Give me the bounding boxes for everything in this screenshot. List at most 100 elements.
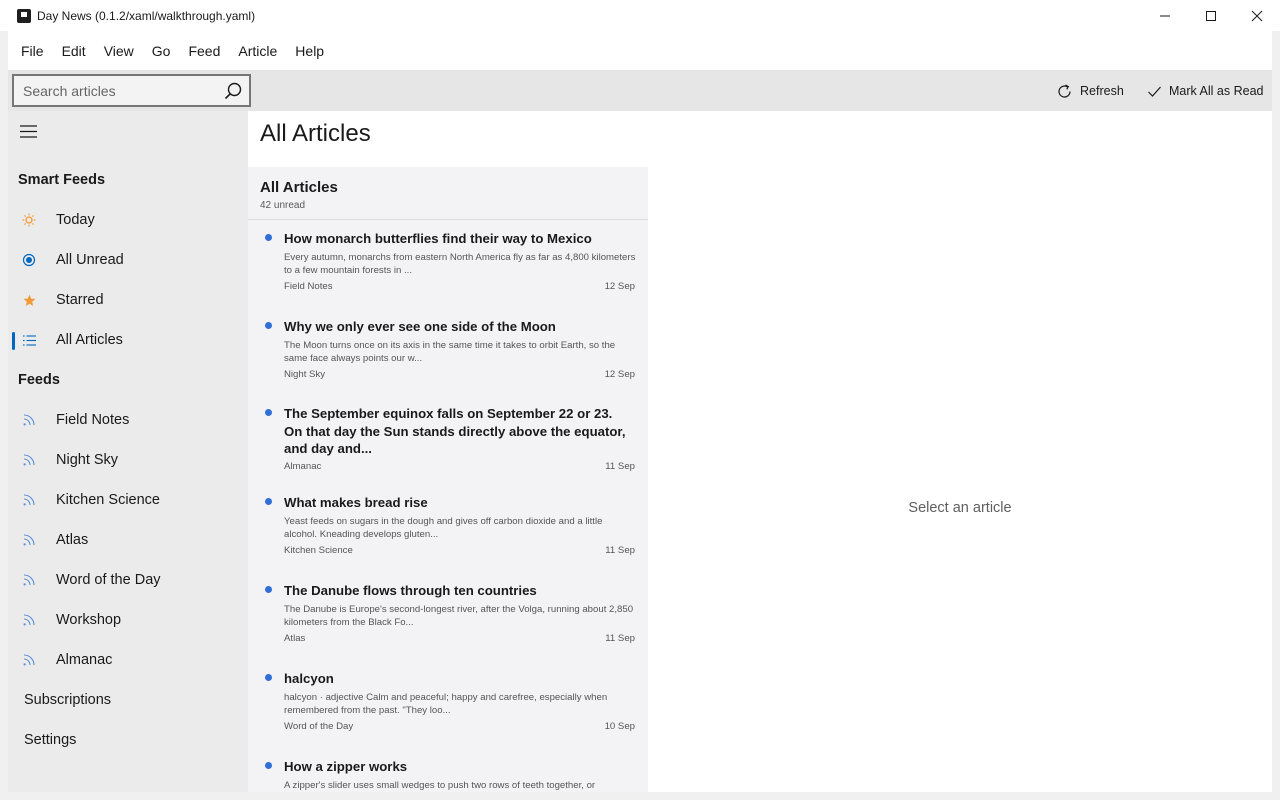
radio-dot-icon xyxy=(22,253,36,267)
article-feed: Field Notes xyxy=(284,281,333,292)
hamburger-icon xyxy=(19,124,37,138)
rss-icon xyxy=(22,573,36,587)
unread-dot-icon xyxy=(265,498,272,505)
unread-dot-icon xyxy=(265,234,272,241)
sidebar-item-today[interactable]: Today xyxy=(8,202,248,238)
article-list-header: All Articles 42 unread xyxy=(248,167,648,220)
article-excerpt: halcyon · adjective Calm and peaceful; h… xyxy=(284,692,608,716)
minimize-button[interactable] xyxy=(1142,0,1188,31)
sidebar-item-atlas[interactable]: Atlas xyxy=(8,522,248,558)
maximize-button[interactable] xyxy=(1188,0,1234,31)
menu-edit[interactable]: Edit xyxy=(53,35,95,67)
sidebar-item-all-articles[interactable]: All Articles xyxy=(8,322,248,358)
article-title: The Danube flows through ten countries xyxy=(284,583,537,598)
title-bar: Day News (0.1.2/xaml/walkthrough.yaml) xyxy=(0,0,1280,31)
article-item[interactable]: How a zipper works A zipper's slider use… xyxy=(248,749,648,792)
sidebar-item-word-of-the-day[interactable]: Word of the Day xyxy=(8,562,248,598)
menu-article[interactable]: Article xyxy=(229,35,286,67)
article-date: 10 Sep xyxy=(604,721,635,732)
article-title: The September equinox falls on September… xyxy=(284,406,626,456)
menu-feed[interactable]: Feed xyxy=(179,35,229,67)
feeds-header: Feeds xyxy=(18,372,60,388)
sidebar-item-label: Atlas xyxy=(56,532,89,548)
article-excerpt: The Danube is Europe's second-longest ri… xyxy=(284,604,634,628)
article-title: Why we only ever see one side of the Moo… xyxy=(284,319,556,334)
sidebar-item-night-sky[interactable]: Night Sky xyxy=(8,442,248,478)
empty-state-text: Select an article xyxy=(908,500,1012,516)
article-item[interactable]: The September equinox falls on September… xyxy=(248,397,648,485)
list-icon xyxy=(22,333,36,347)
unread-dot-icon xyxy=(265,674,272,681)
search-input[interactable] xyxy=(14,76,217,105)
article-title: How monarch butterflies find their way t… xyxy=(284,231,592,246)
article-list-title: All Articles xyxy=(260,179,338,196)
reading-pane: Select an article xyxy=(648,167,1272,792)
article-item[interactable]: halcyon halcyon · adjective Calm and pea… xyxy=(248,661,648,749)
search-box xyxy=(12,74,251,107)
unread-dot-icon xyxy=(265,586,272,593)
sun-icon xyxy=(22,213,36,227)
article-excerpt: A zipper's slider uses small wedges to p… xyxy=(284,780,596,791)
rss-icon xyxy=(22,653,36,667)
article-feed: Night Sky xyxy=(284,369,326,380)
sidebar-item-field-notes[interactable]: Field Notes xyxy=(8,402,248,438)
menu-bar: File Edit View Go Feed Article Help xyxy=(8,31,1272,71)
page-title: All Articles xyxy=(260,120,371,147)
article-excerpt: The Moon turns once on its axis in the s… xyxy=(284,340,616,364)
window-title: Day News (0.1.2/xaml/walkthrough.yaml) xyxy=(37,8,256,23)
hamburger-menu-button[interactable] xyxy=(18,121,38,141)
sidebar-item-workshop[interactable]: Workshop xyxy=(8,602,248,638)
refresh-icon xyxy=(1058,83,1071,98)
sidebar-item-settings[interactable]: Settings xyxy=(8,722,248,758)
star-icon xyxy=(22,293,36,307)
refresh-button[interactable]: Refresh xyxy=(1056,77,1124,105)
sidebar-item-label: Field Notes xyxy=(56,412,130,428)
menu-go[interactable]: Go xyxy=(143,35,180,67)
sidebar-item-label: Kitchen Science xyxy=(56,492,160,508)
sidebar-item-starred[interactable]: Starred xyxy=(8,282,248,318)
menu-view[interactable]: View xyxy=(95,35,143,67)
search-button[interactable] xyxy=(217,76,249,105)
window-controls xyxy=(1142,0,1280,31)
sidebar-item-label: Settings xyxy=(24,732,77,748)
sidebar-item-label: All Articles xyxy=(56,332,123,348)
article-item[interactable]: How monarch butterflies find their way t… xyxy=(248,221,648,309)
sidebar-item-label: Workshop xyxy=(56,612,122,628)
article-item[interactable]: What makes bread rise Yeast feeds on sug… xyxy=(248,485,648,573)
sidebar: Smart Feeds Today All Unread Starred All… xyxy=(8,111,248,792)
article-item[interactable]: The Danube flows through ten countries T… xyxy=(248,573,648,661)
sidebar-item-label: Starred xyxy=(56,292,104,308)
menu-file[interactable]: File xyxy=(12,35,53,67)
sidebar-item-label: Subscriptions xyxy=(24,692,112,708)
article-item[interactable]: Why we only ever see one side of the Moo… xyxy=(248,309,648,397)
rss-icon xyxy=(22,453,36,467)
article-title: What makes bread rise xyxy=(284,495,428,510)
sidebar-item-almanac[interactable]: Almanac xyxy=(8,642,248,678)
close-icon xyxy=(1251,10,1263,21)
sidebar-item-label: Today xyxy=(56,212,95,228)
rss-icon xyxy=(22,413,36,427)
unread-dot-icon xyxy=(265,409,272,416)
article-feed: Almanac xyxy=(284,461,322,472)
toolbar: Refresh Mark All as Read xyxy=(8,71,1272,111)
article-date: 12 Sep xyxy=(604,369,635,380)
checkmark-icon xyxy=(1148,86,1161,97)
article-feed: Word of the Day xyxy=(284,721,354,732)
mark-all-read-button[interactable]: Mark All as Read xyxy=(1147,77,1263,105)
sidebar-item-all-unread[interactable]: All Unread xyxy=(8,242,248,278)
sidebar-item-kitchen-science[interactable]: Kitchen Science xyxy=(8,482,248,518)
mark-all-read-label: Mark All as Read xyxy=(1169,84,1264,98)
article-excerpt: Every autumn, monarchs from eastern Nort… xyxy=(284,252,636,276)
search-icon xyxy=(224,82,242,99)
article-date: 11 Sep xyxy=(605,545,635,556)
article-title: How a zipper works xyxy=(284,759,408,774)
maximize-icon xyxy=(1206,10,1216,21)
rss-icon xyxy=(22,613,36,627)
article-list: All Articles 42 unread How monarch butte… xyxy=(248,167,648,792)
close-button[interactable] xyxy=(1234,0,1280,31)
sidebar-item-label: All Unread xyxy=(56,252,124,268)
unread-dot-icon xyxy=(265,322,272,329)
main-content: All Articles All Articles 42 unread How … xyxy=(248,111,1272,792)
menu-help[interactable]: Help xyxy=(286,35,333,67)
sidebar-item-subscriptions[interactable]: Subscriptions xyxy=(8,682,248,718)
